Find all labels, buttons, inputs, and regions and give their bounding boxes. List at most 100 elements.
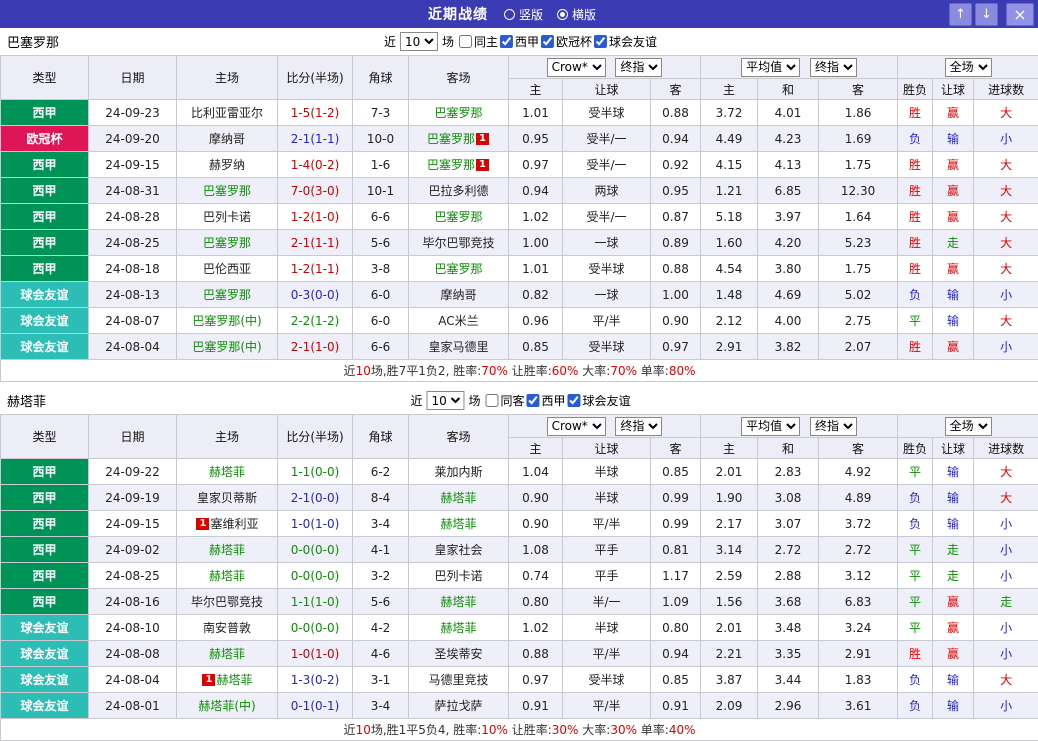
avg-type-select[interactable]: 平均值 xyxy=(741,417,800,436)
scroll-up-button[interactable]: ↑ xyxy=(949,3,972,26)
layout-option-vertical[interactable]: 竖版 xyxy=(504,6,543,23)
home-team-cell[interactable]: 巴塞罗那 xyxy=(177,178,278,204)
match-row: 西甲24-08-25巴塞罗那2-1(1-1)5-6毕尔巴鄂竞技1.00一球0.8… xyxy=(1,230,1038,256)
checkbox-input[interactable] xyxy=(541,35,554,48)
section-head: 巴塞罗那 近 10 场 同主西甲欧冠杯球会友谊 xyxy=(0,28,1038,55)
filter-checkbox[interactable]: 球会友谊 xyxy=(594,33,657,50)
checkbox-input[interactable] xyxy=(459,35,472,48)
away-team-cell[interactable]: 皇家马德里 xyxy=(409,334,509,360)
avg-time-select[interactable]: 终指 xyxy=(810,417,857,436)
home-team-cell[interactable]: 巴塞罗那(中) xyxy=(177,308,278,334)
filter-checkbox[interactable]: 欧冠杯 xyxy=(541,33,592,50)
home-team-cell[interactable]: 摩纳哥 xyxy=(177,126,278,152)
avg-type-select[interactable]: 平均值 xyxy=(741,58,800,77)
away-team-cell[interactable]: 萨拉戈萨 xyxy=(409,693,509,719)
away-team-cell[interactable]: 皇家社会 xyxy=(409,537,509,563)
col-head-home: 主场 xyxy=(177,56,278,100)
home-team-cell[interactable]: 比利亚雷亚尔 xyxy=(177,100,278,126)
away-team-cell[interactable]: 赫塔菲 xyxy=(409,511,509,537)
goals-cell: 大 xyxy=(974,100,1038,126)
odds-dropdown-cell: Crow* 终指 xyxy=(509,56,701,79)
league-cell: 球会友谊 xyxy=(1,693,89,719)
home-team-cell[interactable]: 毕尔巴鄂竞技 xyxy=(177,589,278,615)
avg-home-cell: 4.54 xyxy=(701,256,758,282)
odds-company-select[interactable]: Crow* xyxy=(547,417,606,436)
away-team-cell[interactable]: 巴塞罗那 xyxy=(409,100,509,126)
checkbox-input[interactable] xyxy=(594,35,607,48)
filter-checkbox[interactable]: 同主 xyxy=(459,33,498,50)
team-label: 巴塞罗那 xyxy=(203,288,251,302)
away-team-cell[interactable]: 巴拉多利德 xyxy=(409,178,509,204)
home-team-cell[interactable]: 巴塞罗那(中) xyxy=(177,334,278,360)
recent-count-select[interactable]: 10 xyxy=(426,391,464,410)
odds-time-select[interactable]: 终指 xyxy=(615,58,662,77)
away-team-cell[interactable]: 巴塞罗那 xyxy=(409,204,509,230)
date-cell: 24-08-01 xyxy=(89,693,177,719)
away-team-cell[interactable]: 巴塞罗那1 xyxy=(409,152,509,178)
result-cell: 胜 xyxy=(898,641,933,667)
checkbox-input[interactable] xyxy=(527,394,540,407)
away-team-cell[interactable]: 巴列卡诺 xyxy=(409,563,509,589)
away-team-cell[interactable]: 赫塔菲 xyxy=(409,485,509,511)
scope-select[interactable]: 全场 xyxy=(945,58,992,77)
checkbox-input[interactable] xyxy=(568,394,581,407)
home-team-cell[interactable]: 巴塞罗那 xyxy=(177,230,278,256)
recent-count-select[interactable]: 10 xyxy=(400,32,438,51)
handicap-cell: 平/半 xyxy=(563,641,651,667)
col-head-type: 类型 xyxy=(1,56,89,100)
away-team-cell[interactable]: 赫塔菲 xyxy=(409,615,509,641)
home-team-cell[interactable]: 南安普敦 xyxy=(177,615,278,641)
summary-segment: 场,胜7平1负2, 胜率: xyxy=(371,364,481,378)
avg-away-cell: 1.64 xyxy=(819,204,898,230)
summary-segment: 单率: xyxy=(637,364,669,378)
away-team-cell[interactable]: 圣埃蒂安 xyxy=(409,641,509,667)
home-team-cell[interactable]: 1塞维利亚 xyxy=(177,511,278,537)
filter-checkbox[interactable]: 球会友谊 xyxy=(568,392,631,409)
home-team-cell[interactable]: 赫罗纳 xyxy=(177,152,278,178)
handicap-result-cell: 输 xyxy=(933,126,974,152)
away-team-cell[interactable]: 巴塞罗那1 xyxy=(409,126,509,152)
home-team-cell[interactable]: 赫塔菲 xyxy=(177,563,278,589)
away-team-cell[interactable]: 赫塔菲 xyxy=(409,589,509,615)
red-card-badge: 1 xyxy=(196,518,209,530)
home-team-cell[interactable]: 赫塔菲(中) xyxy=(177,693,278,719)
home-odds-cell: 0.96 xyxy=(509,308,563,334)
home-team-cell[interactable]: 巴伦西亚 xyxy=(177,256,278,282)
team-label: 塞维利亚 xyxy=(210,517,258,531)
filter-checkboxes: 同客西甲球会友谊 xyxy=(483,392,630,409)
filter-checkbox[interactable]: 同客 xyxy=(485,392,524,409)
avg-away-cell: 1.86 xyxy=(819,100,898,126)
avg-time-select[interactable]: 终指 xyxy=(810,58,857,77)
scope-select[interactable]: 全场 xyxy=(945,417,992,436)
match-row: 球会友谊24-08-04巴塞罗那(中)2-1(1-0)6-6皇家马德里0.85受… xyxy=(1,334,1038,360)
away-team-cell[interactable]: AC米兰 xyxy=(409,308,509,334)
checkbox-input[interactable] xyxy=(485,394,498,407)
away-team-cell[interactable]: 巴塞罗那 xyxy=(409,256,509,282)
avg-away-cell: 5.02 xyxy=(819,282,898,308)
home-team-cell[interactable]: 赫塔菲 xyxy=(177,641,278,667)
filter-checkbox[interactable]: 西甲 xyxy=(500,33,539,50)
goals-cell: 大 xyxy=(974,230,1038,256)
handicap-result-cell: 走 xyxy=(933,230,974,256)
home-team-cell[interactable]: 赫塔菲 xyxy=(177,459,278,485)
close-button[interactable]: × xyxy=(1006,3,1034,26)
odds-time-select[interactable]: 终指 xyxy=(615,417,662,436)
home-team-cell[interactable]: 巴列卡诺 xyxy=(177,204,278,230)
home-team-cell[interactable]: 1赫塔菲 xyxy=(177,667,278,693)
odds-company-select[interactable]: Crow* xyxy=(547,58,606,77)
home-team-cell[interactable]: 巴塞罗那 xyxy=(177,282,278,308)
away-team-cell[interactable]: 毕尔巴鄂竞技 xyxy=(409,230,509,256)
handicap-result-cell: 赢 xyxy=(933,641,974,667)
scroll-down-button[interactable]: ↓ xyxy=(975,3,998,26)
away-team-cell[interactable]: 摩纳哥 xyxy=(409,282,509,308)
home-team-cell[interactable]: 赫塔菲 xyxy=(177,537,278,563)
radio-selected-icon xyxy=(557,9,568,20)
league-cell: 西甲 xyxy=(1,204,89,230)
away-team-cell[interactable]: 马德里竞技 xyxy=(409,667,509,693)
checkbox-input[interactable] xyxy=(500,35,513,48)
team-label: 皇家马德里 xyxy=(428,340,488,354)
home-team-cell[interactable]: 皇家贝蒂斯 xyxy=(177,485,278,511)
away-team-cell[interactable]: 莱加内斯 xyxy=(409,459,509,485)
layout-option-horizontal[interactable]: 横版 xyxy=(557,6,596,23)
filter-checkbox[interactable]: 西甲 xyxy=(527,392,566,409)
